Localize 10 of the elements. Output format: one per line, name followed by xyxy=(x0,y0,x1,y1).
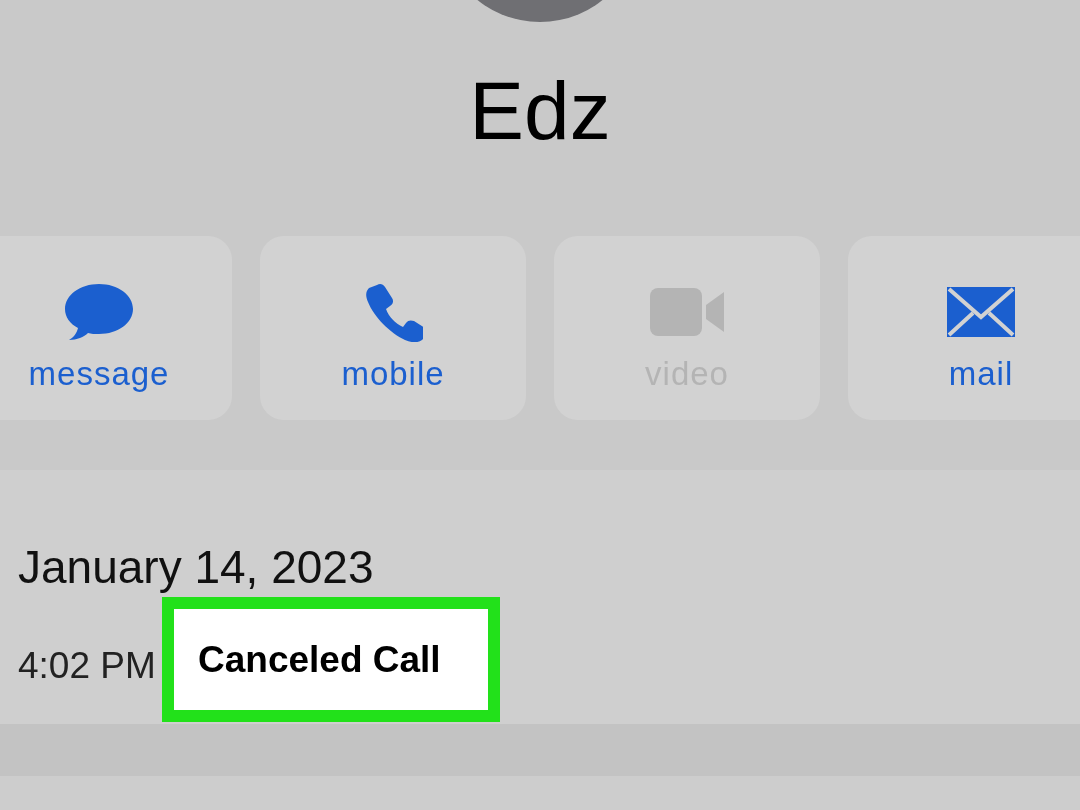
video-camera-icon xyxy=(648,286,726,338)
action-button[interactable]: message xyxy=(0,236,232,420)
phone-icon xyxy=(363,282,423,342)
action-button[interactable]: mail xyxy=(848,236,1080,420)
speech-bubble-icon xyxy=(63,282,135,342)
envelope-icon xyxy=(945,285,1017,339)
highlight-box: Canceled Call xyxy=(162,597,500,722)
call-time: 4:02 PM xyxy=(18,644,156,688)
action-button[interactable]: mobile xyxy=(260,236,526,420)
contact-name: Edz xyxy=(469,70,611,152)
